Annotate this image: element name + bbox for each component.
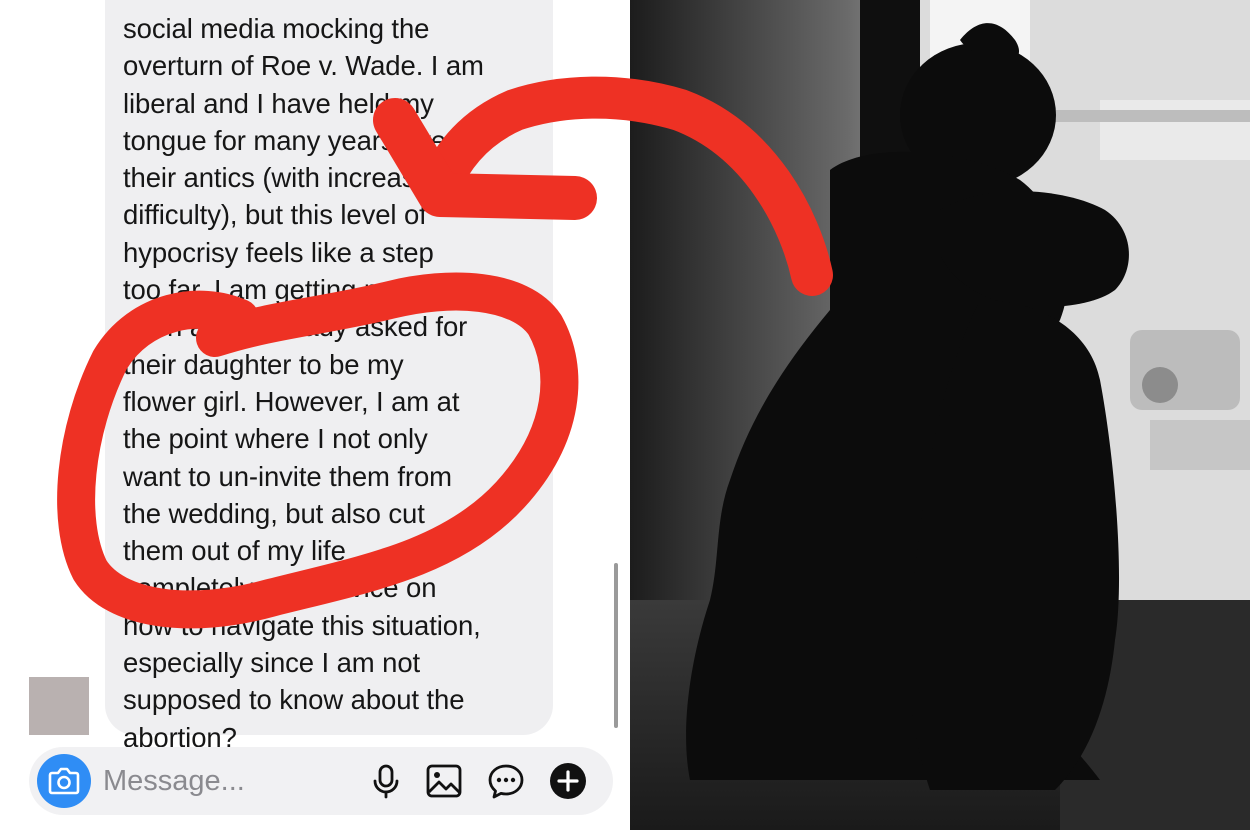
avatar[interactable] [29,677,89,735]
message-line: the wedding, but also cut [123,497,425,529]
message-line: completely. Any advice on [123,572,437,604]
sticker-icon[interactable] [487,762,525,800]
message-line: how to navigate this situation, [123,609,481,641]
message-line: difficulty), but this level of [123,199,427,231]
message-composer [29,747,613,815]
message-line: too far. I am getting married [123,274,457,306]
message-line: them out of my life [123,535,346,567]
sad-child-silhouette-image [630,0,1250,830]
message-bubble[interactable]: social media mocking the overturn of Roe… [105,0,553,753]
gallery-icon[interactable] [425,762,463,800]
camera-button[interactable] [37,754,91,808]
message-line: flower girl. However, I am at [123,385,460,417]
message-line: social media mocking the [123,13,430,44]
microphone-icon[interactable] [367,762,405,800]
message-line: liberal and I have held my [123,87,434,119]
message-line: overturn of Roe v. Wade. I am [123,50,484,82]
message-line: tongue for many years over [123,124,456,156]
message-line: hypocrisy feels like a step [123,236,434,268]
scrollbar[interactable] [614,563,618,728]
message-line: their antics (with increasing [123,162,452,194]
message-line: their daughter to be my [123,348,404,380]
message-line: soon and I already asked for [123,311,468,343]
message-line: especially since I am not [123,647,421,679]
camera-icon [48,767,80,795]
chat-panel: social media mocking the overturn of Roe… [0,0,630,830]
message-line: the point where I not only [123,423,428,455]
message-text: social media mocking the overturn of Roe… [123,10,535,756]
message-line: want to un-invite them from [123,460,452,492]
message-line: supposed to know about the [123,684,465,716]
message-input[interactable] [103,757,363,805]
sad-child-photo [630,0,1250,830]
plus-icon[interactable] [549,762,587,800]
